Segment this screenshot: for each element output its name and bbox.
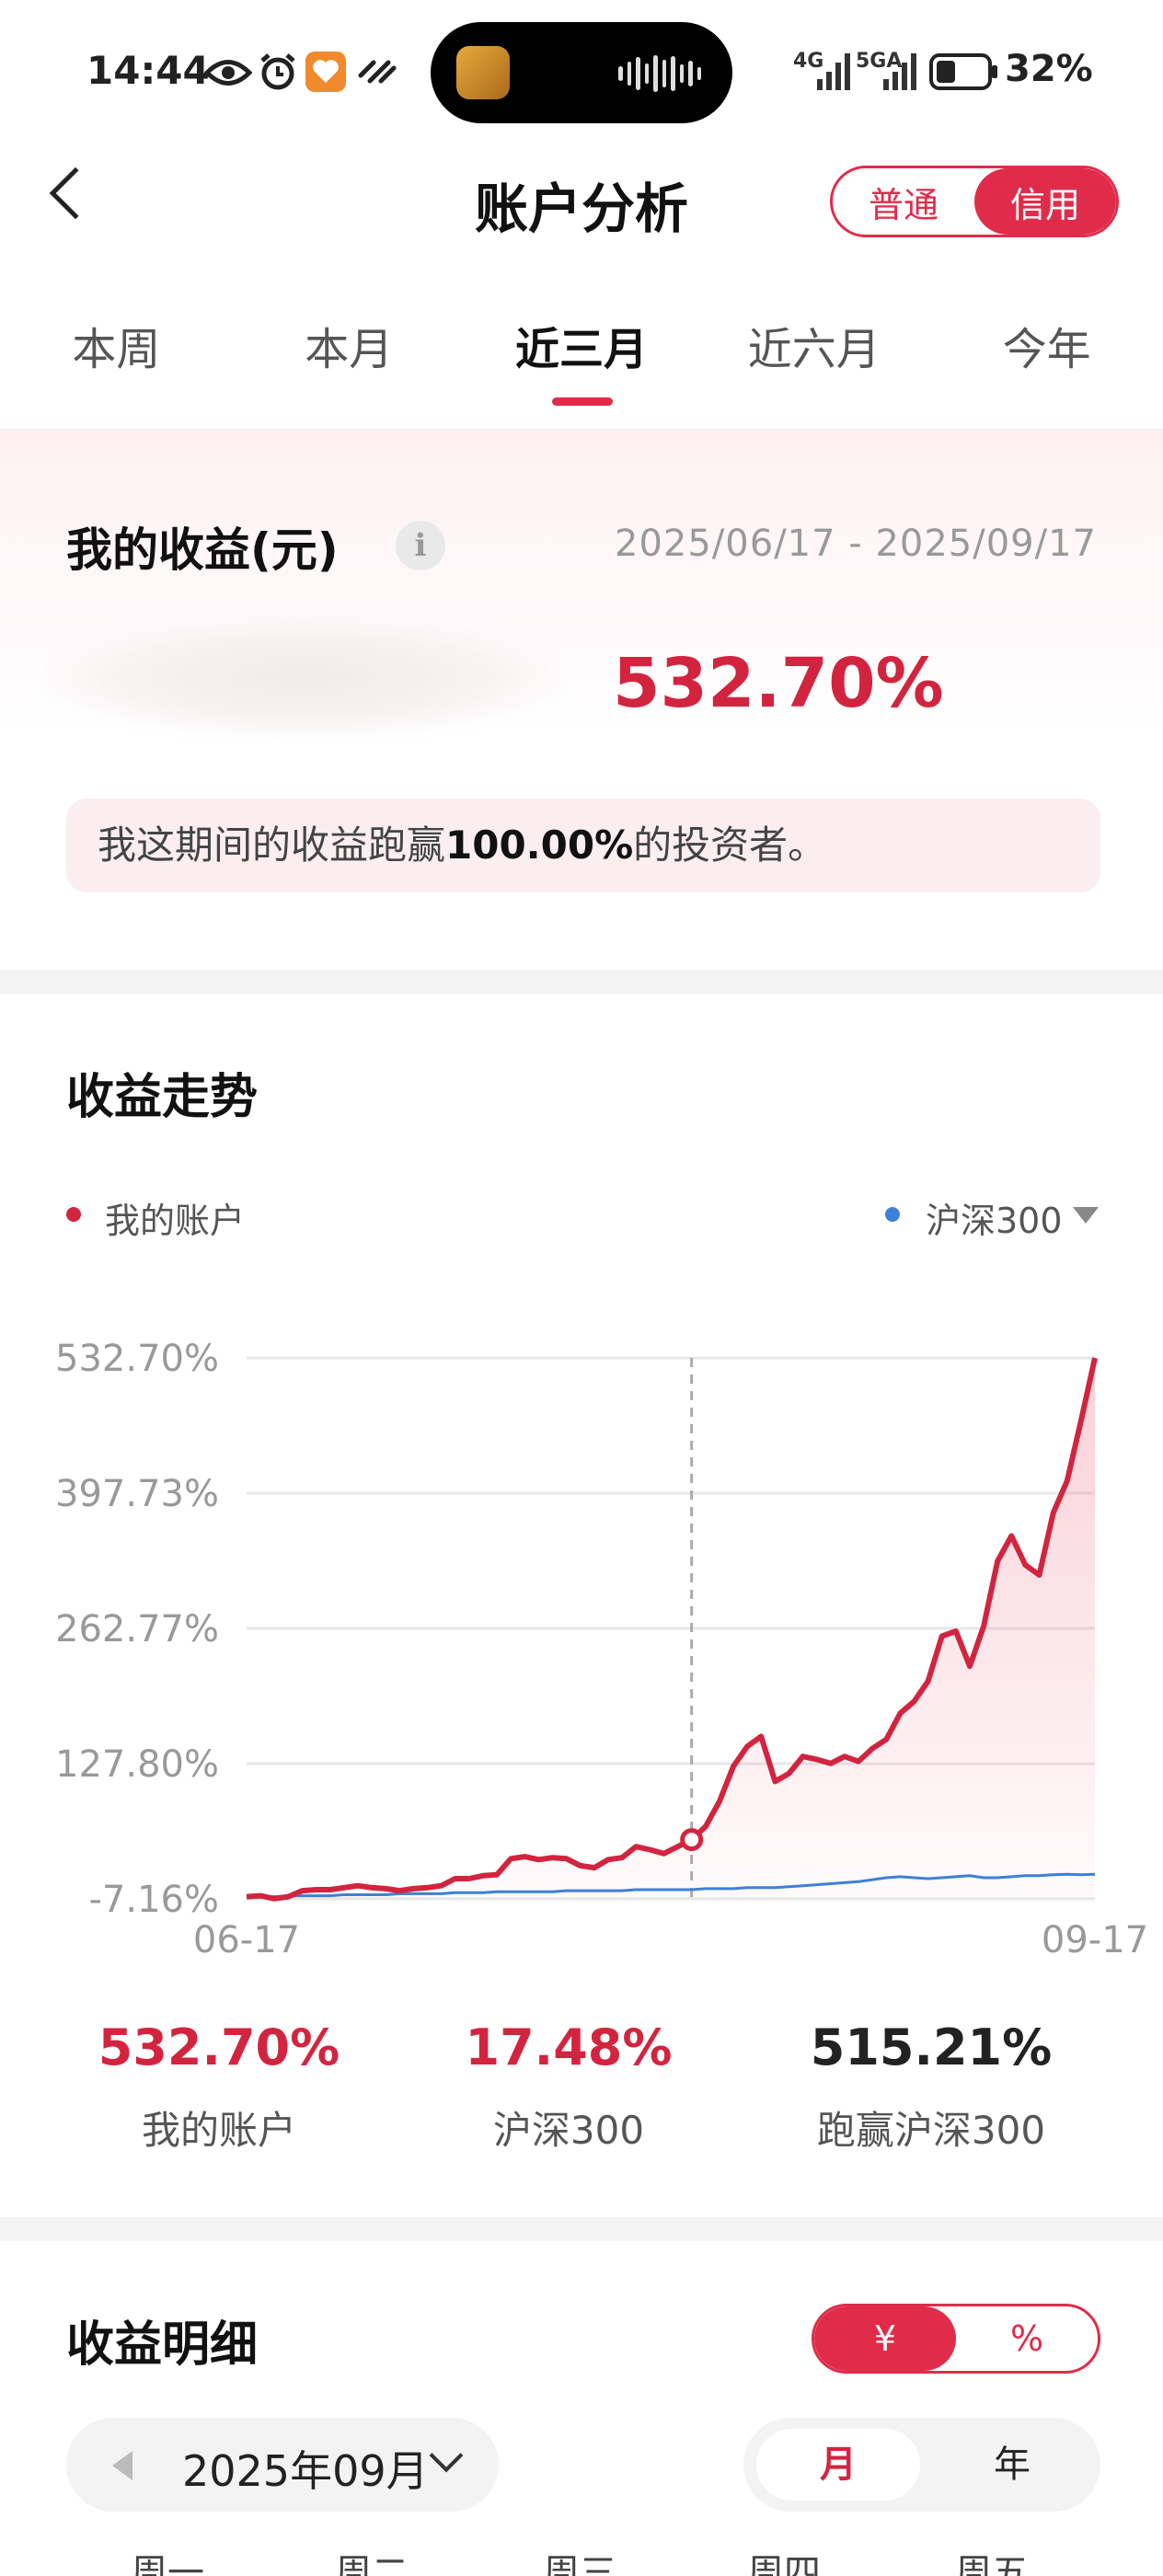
tab-this-week[interactable]: 本周: [0, 313, 233, 377]
tab-last-three-months[interactable]: 近三月: [466, 313, 698, 377]
y-tick-label: -7.16%: [88, 1879, 219, 1921]
unit-yuan[interactable]: ¥: [814, 2306, 956, 2371]
period-segment[interactable]: 月 年: [743, 2418, 1100, 2512]
rank-suffix: 的投资者。: [633, 822, 827, 868]
tab-this-month[interactable]: 本月: [233, 313, 466, 377]
month-label: 2025年09月: [182, 2446, 429, 2496]
weekday-fri: 周五: [955, 2552, 1029, 2576]
legend-index-dot: [885, 1207, 900, 1222]
rank-banner: 我这期间的收益跑赢100.00%的投资者。: [66, 799, 1100, 892]
segment-month[interactable]: 月: [756, 2429, 920, 2501]
stat-excess-value: 515.21%: [810, 2018, 1053, 2076]
rank-value: 100.00%: [445, 822, 634, 868]
legend-index-label[interactable]: 沪深300: [926, 1192, 1063, 1243]
weekday-tue: 周二: [335, 2552, 409, 2576]
y-tick-label: 397.73%: [55, 1473, 219, 1515]
stat-mine-value: 532.70%: [98, 2018, 340, 2076]
account-type-normal[interactable]: 普通: [833, 168, 974, 235]
status-time: 14:44: [86, 48, 210, 93]
info-icon[interactable]: i: [396, 521, 445, 570]
trend-title: 收益走势: [66, 1070, 259, 1125]
stat-index-value: 17.48%: [465, 2018, 673, 2076]
y-tick-label: 532.70%: [55, 1338, 219, 1380]
unit-toggle[interactable]: ¥ %: [812, 2304, 1100, 2374]
details-title: 收益明细: [66, 2317, 259, 2373]
account-type-toggle[interactable]: 普通 信用: [830, 166, 1119, 237]
stat-excess-label: 跑赢沪深300: [816, 2108, 1046, 2153]
weekday-thu: 周四: [747, 2552, 821, 2576]
stat-index-label: 沪深300: [492, 2108, 645, 2153]
return-percent: 532.70%: [613, 644, 944, 723]
audio-wave-icon: [618, 55, 701, 92]
alarm-icon: [260, 53, 295, 90]
period-tabs: 本周 本月 近三月 近六月 今年: [0, 313, 1163, 377]
x-tick-label: 06-17: [193, 1919, 300, 1961]
signal-icon-1: [817, 53, 850, 90]
rank-prefix: 我这期间的收益跑赢: [98, 822, 446, 868]
account-type-credit[interactable]: 信用: [974, 168, 1116, 235]
y-tick-label: 127.80%: [55, 1743, 219, 1786]
date-range: 2025/06/17 - 2025/09/17: [615, 523, 1097, 565]
eye-icon: [204, 60, 252, 86]
y-tick-label: 262.77%: [55, 1608, 219, 1650]
weekday-wed: 周三: [543, 2552, 616, 2576]
health-app-icon: [305, 52, 346, 92]
legend-mine-label: 我的账户: [105, 1201, 246, 1241]
prev-month-arrow-icon[interactable]: [112, 2451, 132, 2480]
index-dropdown-triangle-icon[interactable]: [1073, 1207, 1099, 1224]
unit-percent[interactable]: %: [956, 2306, 1098, 2371]
crosshair-marker: [680, 1828, 704, 1852]
segment-year[interactable]: 年: [938, 2429, 1086, 2501]
stat-mine-label: 我的账户: [141, 2108, 296, 2153]
active-tab-indicator: [552, 397, 613, 406]
profit-title: 我的收益(元): [66, 523, 339, 577]
dynamic-island[interactable]: [431, 22, 732, 123]
music-app-icon: [456, 46, 510, 99]
weekday-mon: 周一: [131, 2552, 204, 2576]
signal-icon-2: [883, 53, 916, 90]
month-picker[interactable]: 2025年09月: [66, 2418, 499, 2512]
battery-percent: 32%: [1005, 48, 1093, 90]
blurred-amount: [46, 616, 561, 736]
link-icon: [358, 60, 397, 84]
chevron-down-icon: [429, 2438, 464, 2473]
trend-chart[interactable]: 532.70% 397.73% 262.77% 127.80% -7.16% 06-17…: [0, 1288, 1163, 1978]
section-gap: [0, 970, 1163, 994]
tab-this-year[interactable]: 今年: [930, 313, 1163, 377]
legend-mine-dot: [66, 1207, 81, 1222]
tab-last-six-months[interactable]: 近六月: [697, 313, 930, 377]
x-tick-label: 09-17: [1042, 1919, 1148, 1961]
battery-icon: [929, 53, 997, 90]
section-gap: [0, 2217, 1163, 2241]
